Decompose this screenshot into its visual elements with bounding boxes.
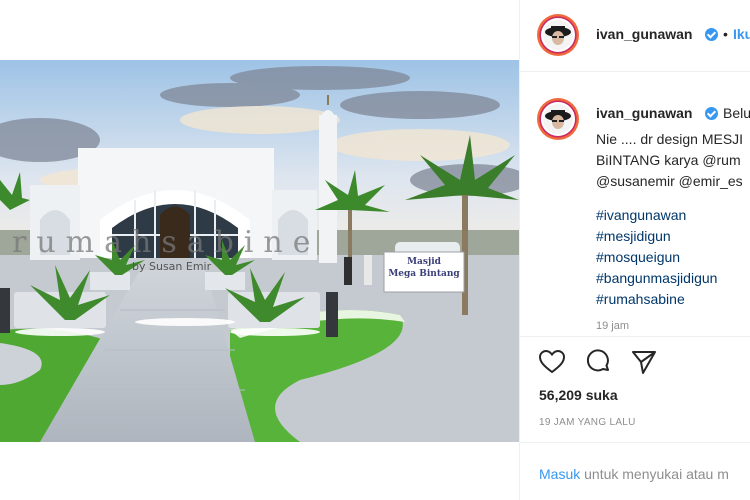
- hashtag-link[interactable]: #rumahsabine: [596, 291, 685, 307]
- hashtag-link[interactable]: #mosqueigun: [596, 249, 680, 265]
- post-sidebar: ivan_gunawan • Iku ivan_gunawan Belu Nie…: [519, 0, 750, 500]
- avatar[interactable]: [537, 14, 579, 56]
- separator-dot: •: [723, 26, 728, 42]
- profile-photo-icon: [543, 20, 573, 50]
- hashtag-link[interactable]: #mesjidigun: [596, 228, 671, 244]
- post-photo-panel[interactable]: rumahsabine by Susan Emir Masjid Mega Bi…: [0, 0, 519, 500]
- hashtag-link[interactable]: #bangunmasjidigun: [596, 270, 717, 286]
- follow-button[interactable]: Iku: [733, 26, 750, 42]
- actions-divider: [520, 336, 750, 337]
- sign-line-1: Masjid: [407, 257, 441, 267]
- header-username[interactable]: ivan_gunawan: [596, 26, 692, 42]
- caption-first-word: Belu: [723, 105, 750, 121]
- login-prompt: Masuk untuk menyukai atau m: [539, 466, 729, 482]
- caption-username[interactable]: ivan_gunawan: [596, 105, 692, 121]
- profile-photo-icon: [543, 104, 573, 134]
- watermark-byline: by Susan Emir: [132, 260, 212, 273]
- sign-board: Masjid Mega Bintang: [384, 256, 464, 280]
- post-timestamp[interactable]: 19 JAM YANG LALU: [539, 417, 636, 428]
- watermark-text: rumahsabine: [12, 225, 321, 260]
- send-icon[interactable]: [630, 348, 658, 376]
- caption-line-3: @susanemir @emir_es: [596, 173, 743, 189]
- caption-avatar[interactable]: [537, 98, 579, 140]
- login-prompt-text: untuk menyukai atau m: [580, 466, 729, 482]
- caption-timestamp: 19 jam: [596, 320, 630, 332]
- comment-icon[interactable]: [584, 348, 612, 376]
- login-divider: [520, 442, 750, 443]
- sign-line-2: Mega Bintang: [388, 269, 460, 279]
- post-image[interactable]: rumahsabine by Susan Emir Masjid Mega Bi…: [0, 60, 519, 442]
- verified-badge-icon: [705, 28, 718, 41]
- post-header: ivan_gunawan • Iku: [520, 0, 750, 72]
- like-count[interactable]: 56,209 suka: [539, 387, 618, 403]
- hashtag-link[interactable]: #ivangunawan: [596, 207, 686, 223]
- caption-line-1: Nie .... dr design MESJI: [596, 131, 744, 147]
- heart-icon[interactable]: [538, 348, 566, 376]
- login-link[interactable]: Masuk: [539, 466, 580, 482]
- caption-line-2: BiINTANG karya @rum: [596, 152, 741, 168]
- verified-badge-icon: [705, 107, 718, 120]
